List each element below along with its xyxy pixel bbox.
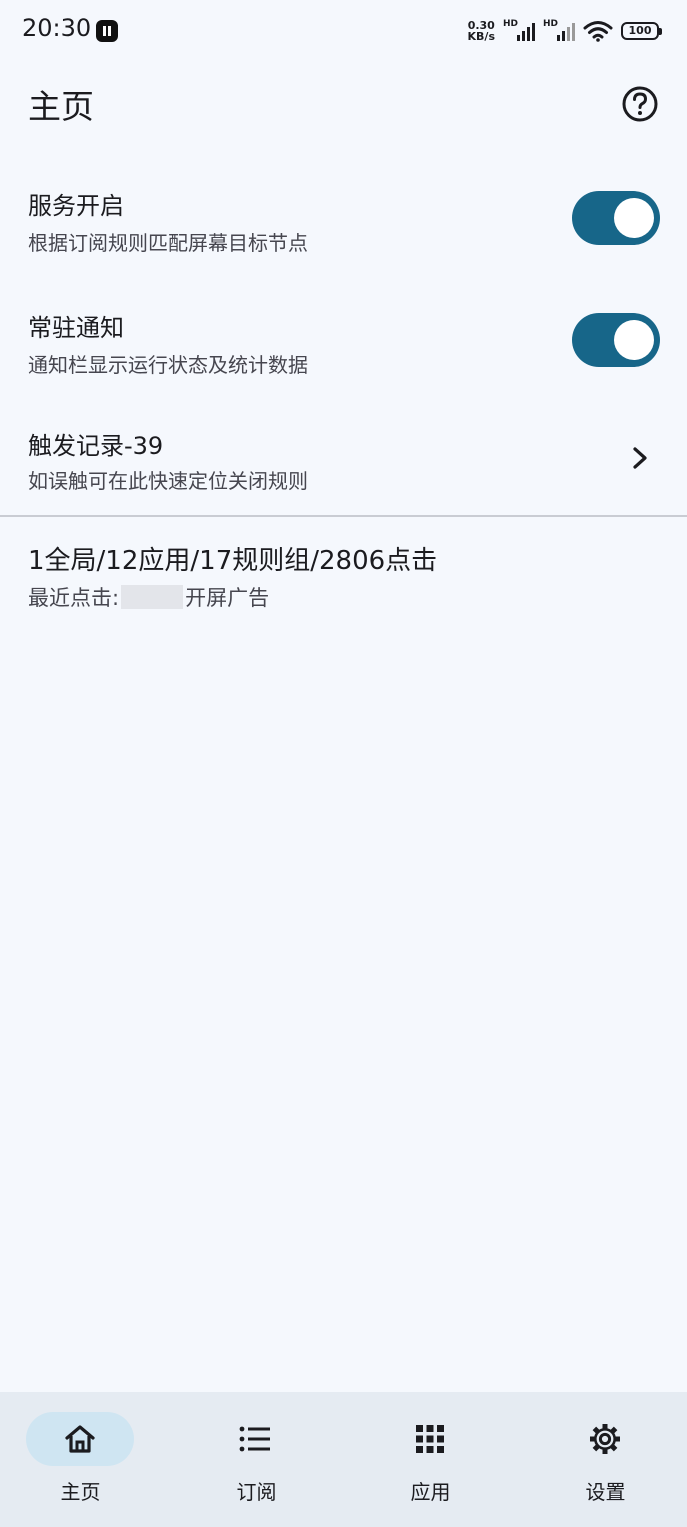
nav-item-apps[interactable]: 应用 bbox=[345, 1392, 516, 1527]
recent-click-rule: 开屏广告 bbox=[185, 586, 270, 610]
home-icon bbox=[65, 1425, 95, 1453]
notification-subtitle: 通知栏显示运行状态及统计数据 bbox=[28, 353, 308, 377]
recent-click-label: 最近点击: bbox=[28, 586, 120, 610]
service-toggle[interactable] bbox=[572, 191, 660, 245]
notification-setting-row[interactable]: 常驻通知 通知栏显示运行状态及统计数据 bbox=[0, 292, 687, 392]
signal-icon: HD bbox=[503, 19, 535, 43]
bottom-navigation: 主页 订阅 应用 设置 bbox=[0, 1392, 687, 1527]
pause-icon bbox=[96, 20, 118, 42]
network-speed: 0.30 KB/s bbox=[468, 20, 495, 42]
nav-item-settings[interactable]: 设置 bbox=[516, 1392, 687, 1527]
wifi-icon bbox=[583, 20, 613, 42]
service-setting-row[interactable]: 服务开启 根据订阅规则匹配屏幕目标节点 bbox=[0, 170, 687, 270]
status-bar: 20:30 0.30 KB/s HD HD 100 bbox=[0, 0, 687, 62]
nav-label-settings: 设置 bbox=[585, 1480, 626, 1504]
service-subtitle: 根据订阅规则匹配屏幕目标节点 bbox=[28, 231, 308, 255]
nav-label-apps: 应用 bbox=[410, 1480, 451, 1504]
trigger-records-row[interactable]: 触发记录-39 如误触可在此快速定位关闭规则 bbox=[0, 410, 687, 510]
stats-summary: 1全局/12应用/17规则组/2806点击 bbox=[28, 546, 438, 576]
nav-label-subscriptions: 订阅 bbox=[236, 1480, 277, 1504]
signal-icon-secondary: HD bbox=[543, 19, 575, 43]
trigger-records-subtitle: 如误触可在此快速定位关闭规则 bbox=[28, 469, 308, 493]
nav-item-subscriptions[interactable]: 订阅 bbox=[171, 1392, 342, 1527]
signal-hd-label: HD bbox=[503, 19, 519, 29]
recent-click: 最近点击: 开屏广告 bbox=[28, 582, 269, 612]
list-icon bbox=[239, 1426, 270, 1452]
trigger-records-title: 触发记录-39 bbox=[28, 432, 164, 460]
toggle-knob bbox=[614, 198, 654, 238]
nav-item-home[interactable]: 主页 bbox=[0, 1392, 171, 1527]
nav-label-home: 主页 bbox=[60, 1480, 101, 1504]
chevron-right-icon bbox=[633, 447, 647, 469]
status-icons: 0.30 KB/s HD HD 100 bbox=[468, 18, 662, 44]
redacted-app-name bbox=[121, 585, 184, 609]
service-title: 服务开启 bbox=[28, 192, 124, 220]
battery-icon: 100 bbox=[621, 22, 662, 40]
status-time: 20:30 bbox=[22, 14, 92, 42]
apps-grid-icon bbox=[416, 1425, 444, 1453]
network-speed-unit: KB/s bbox=[467, 30, 495, 43]
divider bbox=[0, 515, 687, 517]
help-circle-icon bbox=[622, 86, 658, 122]
help-button[interactable] bbox=[620, 84, 660, 124]
notification-toggle[interactable] bbox=[572, 313, 660, 367]
notification-title: 常驻通知 bbox=[28, 314, 124, 342]
toggle-knob bbox=[614, 320, 654, 360]
signal-hd-label-secondary: HD bbox=[543, 19, 559, 29]
page-title: 主页 bbox=[28, 87, 94, 126]
gear-icon bbox=[590, 1424, 620, 1454]
